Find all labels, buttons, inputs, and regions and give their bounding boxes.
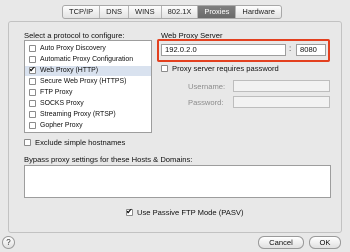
server-address-field[interactable]: 192.0.2.0 <box>161 44 286 56</box>
tab-wins[interactable]: WINS <box>129 6 162 18</box>
tab-bar: TCP/IP DNS WINS 802.1X Proxies Hardware <box>62 5 282 19</box>
protocol-checkbox[interactable] <box>29 89 36 97</box>
username-field[interactable] <box>233 80 330 92</box>
exclude-simple-checkbox[interactable] <box>24 139 31 146</box>
protocol-checkbox[interactable] <box>29 45 36 53</box>
port-separator: : <box>289 44 292 53</box>
protocol-label: Streaming Proxy (RTSP) <box>40 111 116 119</box>
passive-ftp-row[interactable]: Use Passive FTP Mode (PASV) <box>126 207 244 217</box>
cancel-button[interactable]: Cancel <box>258 236 304 249</box>
ok-button[interactable]: OK <box>309 236 341 249</box>
exclude-simple-row[interactable]: Exclude simple hostnames <box>24 138 125 147</box>
passive-ftp-checkbox[interactable] <box>126 207 133 216</box>
protocol-label: Auto Proxy Discovery <box>40 45 106 53</box>
protocol-section-label: Select a protocol to configure: <box>24 31 125 40</box>
tab-8021x[interactable]: 802.1X <box>162 6 199 18</box>
requires-password-checkbox[interactable] <box>161 65 168 72</box>
protocol-label: Automatic Proxy Configuration <box>40 56 134 64</box>
list-item[interactable]: Auto Proxy Discovery <box>25 44 151 54</box>
protocol-list[interactable]: Auto Proxy Discovery Automatic Proxy Con… <box>24 40 152 133</box>
bypass-textarea[interactable] <box>24 165 331 198</box>
protocol-checkbox[interactable] <box>29 100 36 108</box>
protocol-checkbox[interactable] <box>29 122 36 130</box>
bypass-label: Bypass proxy settings for these Hosts & … <box>24 155 193 164</box>
password-field[interactable] <box>233 96 330 108</box>
list-item[interactable]: Streaming Proxy (RTSP) <box>25 110 151 120</box>
requires-password-label: Proxy server requires password <box>172 64 279 73</box>
username-label: Username: <box>188 82 226 91</box>
protocol-label: SOCKS Proxy <box>40 100 84 108</box>
protocol-label: Secure Web Proxy (HTTPS) <box>40 78 127 86</box>
server-port-field[interactable]: 8080 <box>296 44 326 56</box>
protocol-checkbox[interactable] <box>29 56 36 64</box>
exclude-simple-label: Exclude simple hostnames <box>35 138 126 147</box>
protocol-checkbox[interactable] <box>29 111 36 119</box>
list-item[interactable]: Secure Web Proxy (HTTPS) <box>25 77 151 87</box>
list-item[interactable]: Gopher Proxy <box>25 121 151 131</box>
help-button[interactable]: ? <box>2 236 15 249</box>
protocol-label: Gopher Proxy <box>40 122 83 130</box>
password-label: Password: <box>188 98 224 107</box>
tab-hardware[interactable]: Hardware <box>236 6 281 18</box>
requires-password-row[interactable]: Proxy server requires password <box>161 64 279 73</box>
list-item[interactable]: Automatic Proxy Configuration <box>25 55 151 65</box>
tab-dns[interactable]: DNS <box>100 6 130 18</box>
passive-ftp-label: Use Passive FTP Mode (PASV) <box>137 208 244 217</box>
list-item[interactable]: FTP Proxy <box>25 88 151 98</box>
protocol-label: Web Proxy (HTTP) <box>40 67 99 75</box>
protocol-checkbox[interactable] <box>29 65 36 75</box>
tab-proxies[interactable]: Proxies <box>198 6 237 18</box>
protocol-label: FTP Proxy <box>40 89 73 97</box>
list-item-selected[interactable]: Web Proxy (HTTP) <box>25 65 151 76</box>
list-item[interactable]: SOCKS Proxy <box>25 99 151 109</box>
protocol-checkbox[interactable] <box>29 78 36 86</box>
tab-tcpip[interactable]: TCP/IP <box>63 6 101 18</box>
